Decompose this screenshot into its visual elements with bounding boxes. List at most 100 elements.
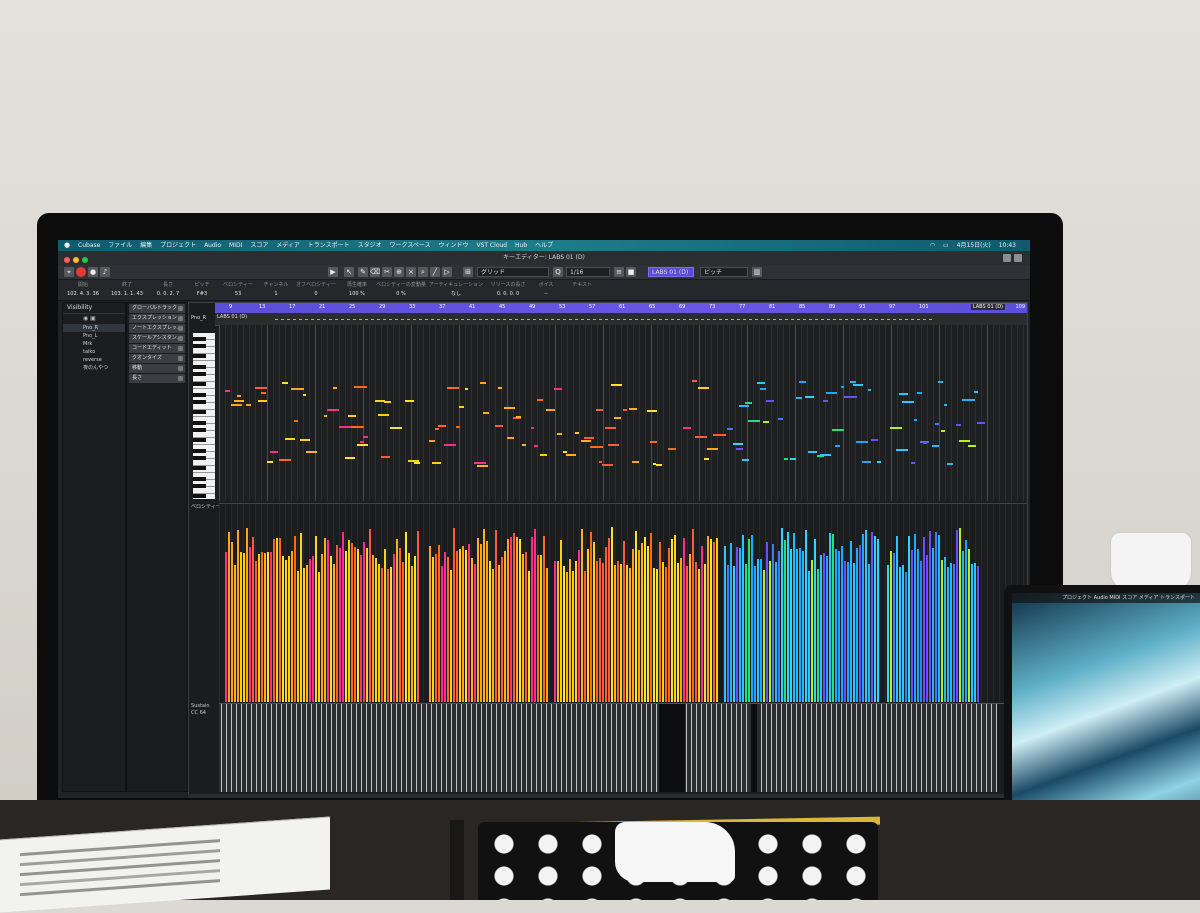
velocity-bar[interactable]: [865, 529, 867, 702]
velocity-lane-label[interactable]: ベロシティー: [191, 503, 221, 510]
velocity-bar[interactable]: [808, 570, 810, 702]
midi-note[interactable]: [844, 396, 857, 398]
velocity-bar[interactable]: [435, 554, 437, 702]
velocity-bar[interactable]: [501, 557, 503, 702]
midi-note[interactable]: [291, 387, 304, 390]
midi-note[interactable]: [835, 445, 841, 448]
velocity-bar[interactable]: [974, 562, 976, 702]
menu-workspace[interactable]: ワークスペース: [390, 242, 431, 249]
midi-note[interactable]: [808, 450, 817, 453]
velocity-bar[interactable]: [899, 567, 901, 702]
velocity-bar[interactable]: [327, 539, 329, 702]
snap-icon[interactable]: ⊞: [463, 267, 473, 277]
info-length-value[interactable]: 0. 0. 2. 7: [150, 290, 186, 299]
info-end[interactable]: 終了 103. 1. 1. 43: [106, 281, 148, 299]
midi-note[interactable]: [596, 408, 603, 411]
velocity-bar[interactable]: [760, 558, 762, 702]
tool-cut-icon[interactable]: ✂: [382, 267, 392, 277]
velocity-bar[interactable]: [441, 565, 443, 702]
midi-note[interactable]: [623, 408, 628, 411]
midi-note[interactable]: [581, 440, 591, 442]
info-pitch-value[interactable]: F#3: [188, 290, 216, 299]
info-probability-value[interactable]: 100 %: [340, 290, 374, 299]
tool-line-icon[interactable]: ╱: [430, 267, 440, 277]
velocity-bar[interactable]: [234, 564, 236, 702]
velocity-bar[interactable]: [569, 558, 571, 702]
velocity-bar[interactable]: [255, 561, 257, 702]
midi-note[interactable]: [938, 380, 943, 383]
record-button[interactable]: [76, 267, 86, 277]
velocity-bar[interactable]: [578, 549, 580, 702]
velocity-bar[interactable]: [917, 548, 919, 702]
velocity-bar[interactable]: [273, 538, 275, 702]
velocity-bar[interactable]: [534, 528, 536, 702]
info-articulation[interactable]: アーティキュレーション なし: [428, 281, 484, 299]
velocity-bar[interactable]: [847, 562, 849, 702]
velocity-bar[interactable]: [850, 540, 852, 702]
velocity-bar[interactable]: [811, 560, 813, 702]
velocity-bar[interactable]: [793, 532, 795, 702]
midi-note[interactable]: [300, 439, 310, 442]
tool-glue-icon[interactable]: ⊕: [394, 267, 404, 277]
sustain-cc-lane[interactable]: [219, 703, 1027, 792]
velocity-bar[interactable]: [965, 540, 967, 702]
velocity-bar[interactable]: [333, 563, 335, 702]
info-velocity[interactable]: ベロシティー 53: [218, 281, 258, 299]
info-channel-value[interactable]: 1: [260, 290, 292, 299]
velocity-bar[interactable]: [733, 566, 735, 702]
velocity-bar[interactable]: [348, 540, 350, 702]
velocity-bar[interactable]: [342, 531, 344, 702]
velocity-bar[interactable]: [602, 562, 604, 702]
velocity-bar[interactable]: [444, 551, 446, 702]
velocity-bar[interactable]: [742, 534, 744, 702]
midi-note[interactable]: [862, 460, 871, 463]
midi-note[interactable]: [896, 449, 909, 452]
velocity-bar[interactable]: [757, 558, 759, 702]
velocity-bar[interactable]: [671, 539, 673, 702]
velocity-bar[interactable]: [483, 529, 485, 702]
cc-lane-name[interactable]: Sustain: [191, 703, 210, 710]
velocity-bar[interactable]: [324, 537, 326, 702]
info-voice[interactable]: ボイス --: [532, 281, 560, 299]
midi-note[interactable]: [757, 382, 765, 385]
quantize-mode-select[interactable]: グリッド: [477, 267, 549, 277]
velocity-bar[interactable]: [799, 547, 801, 702]
midi-note[interactable]: [820, 454, 832, 457]
menubar-date[interactable]: 4月15日(火): [957, 242, 991, 249]
velocity-bar[interactable]: [890, 551, 892, 702]
midi-note[interactable]: [339, 425, 352, 428]
pin-icon[interactable]: ⌖: [64, 267, 74, 277]
velocity-bar[interactable]: [360, 555, 362, 702]
velocity-bar[interactable]: [336, 544, 338, 702]
midi-note[interactable]: [766, 400, 775, 403]
velocity-bar[interactable]: [489, 560, 491, 702]
velocity-bar[interactable]: [668, 547, 670, 702]
velocity-bar[interactable]: [950, 563, 952, 702]
velocity-bar[interactable]: [599, 557, 601, 702]
velocity-bar[interactable]: [339, 548, 341, 702]
midi-note[interactable]: [432, 461, 442, 464]
lock-icon[interactable]: ▣: [90, 315, 96, 322]
velocity-bar[interactable]: [968, 548, 970, 702]
velocity-bar[interactable]: [414, 556, 416, 702]
midi-note[interactable]: [303, 394, 307, 397]
section-note-expression[interactable]: ノートエクスプレッ...: [129, 324, 185, 333]
velocity-bar[interactable]: [417, 530, 419, 702]
midi-note[interactable]: [977, 422, 986, 425]
velocity-bar[interactable]: [282, 555, 284, 702]
midi-note[interactable]: [279, 458, 291, 461]
info-text-value[interactable]: [562, 290, 602, 299]
section-expression[interactable]: エクスプレッション: [129, 314, 185, 323]
velocity-bar[interactable]: [225, 552, 227, 702]
velocity-bar[interactable]: [405, 532, 407, 702]
velocity-bar[interactable]: [303, 568, 305, 702]
minimize-icon[interactable]: [73, 257, 79, 263]
info-text[interactable]: テキスト: [562, 281, 602, 299]
midi-note[interactable]: [255, 386, 268, 389]
midi-note[interactable]: [270, 451, 278, 454]
midi-note[interactable]: [285, 438, 296, 441]
midi-note[interactable]: [799, 380, 807, 383]
midi-note[interactable]: [324, 415, 328, 418]
midi-note[interactable]: [516, 415, 522, 418]
velocity-bar[interactable]: [507, 538, 509, 702]
